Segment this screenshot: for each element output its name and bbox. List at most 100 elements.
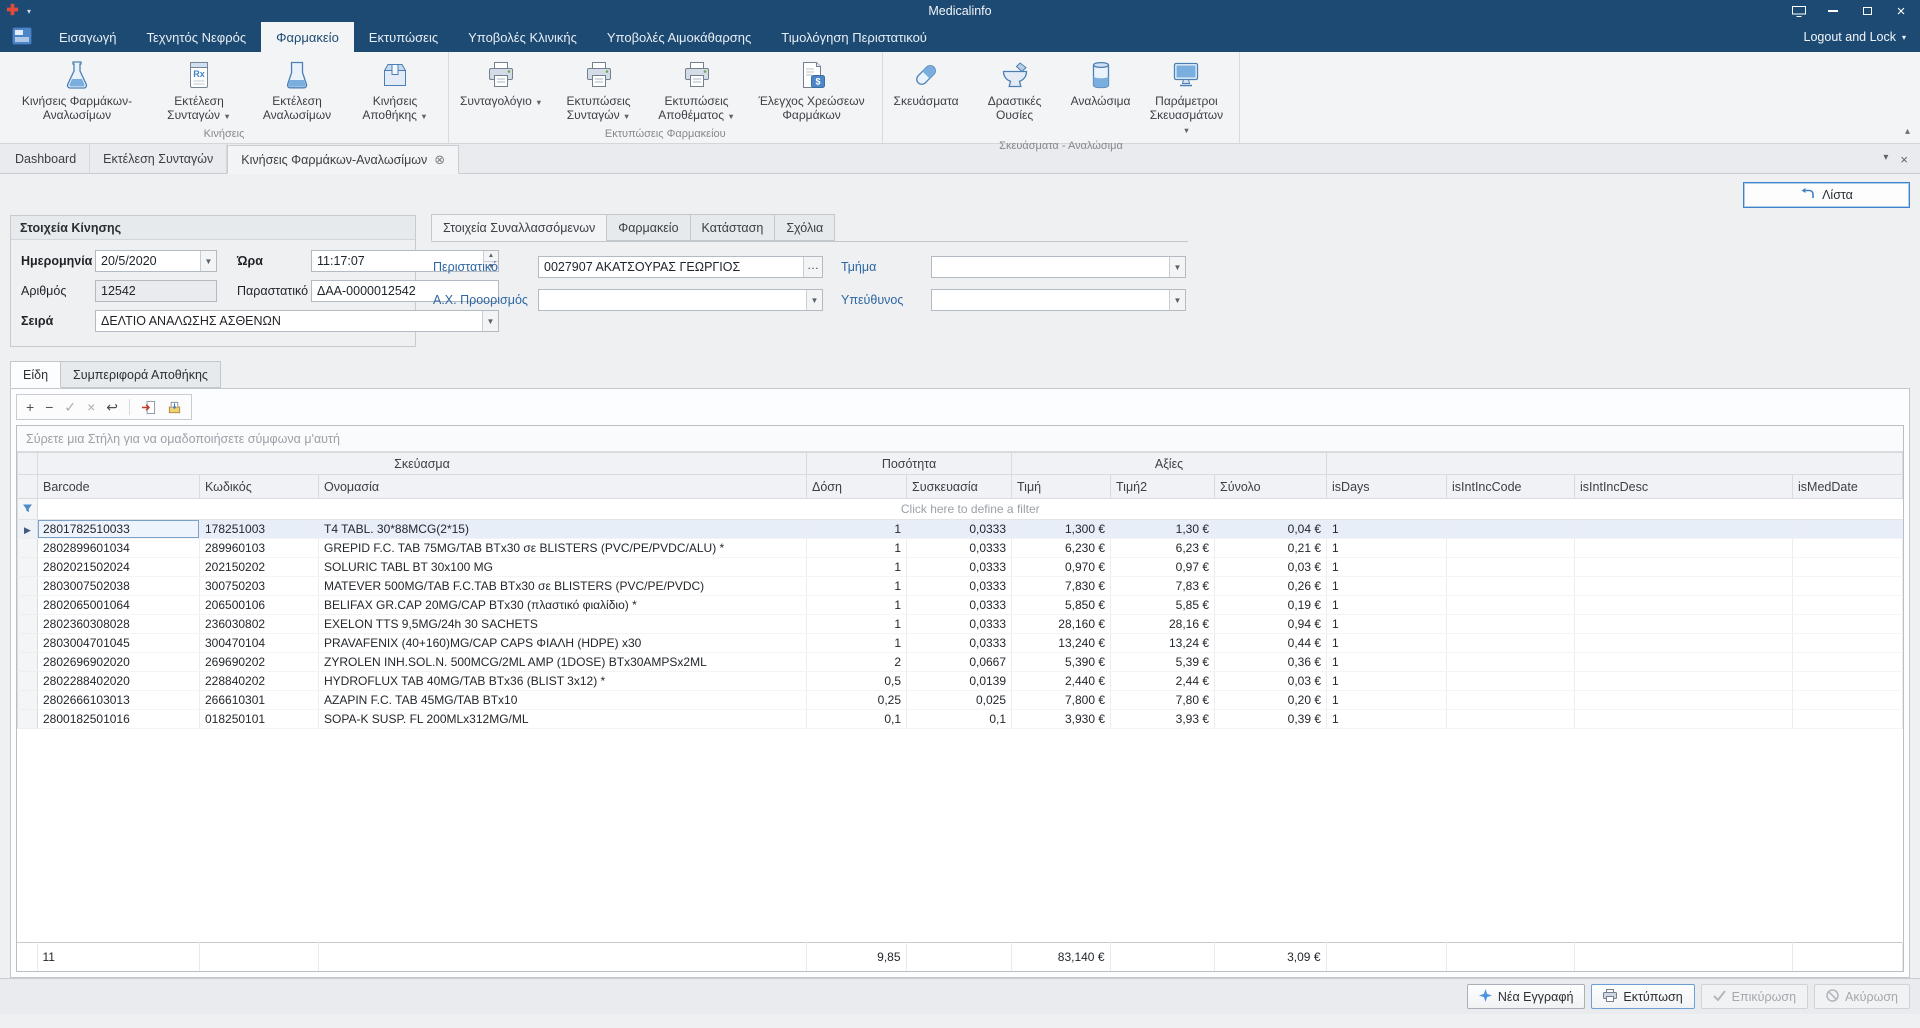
- grid-cell[interactable]: GREPID F.C. TAB 75MG/TAB BTx30 σε BLISTE…: [319, 539, 807, 558]
- cancel-edit-icon[interactable]: ×: [87, 400, 95, 414]
- ribbon-button-syntagologio[interactable]: Συνταγολόγιο ▼: [453, 54, 550, 110]
- grid-cell[interactable]: 3,93 €: [1111, 710, 1215, 729]
- tab-katastasi[interactable]: Κατάσταση: [690, 214, 776, 241]
- lista-button[interactable]: Λίστα: [1743, 182, 1910, 208]
- grid-cell[interactable]: 5,390 €: [1012, 653, 1111, 672]
- tab-symperifora-apothikis[interactable]: Συμπεριφορά Αποθήκης: [60, 361, 221, 388]
- grid-cell[interactable]: [1447, 520, 1575, 539]
- export-icon[interactable]: [167, 400, 182, 415]
- grid-cell[interactable]: 0,04 €: [1215, 520, 1327, 539]
- import-icon[interactable]: [141, 400, 156, 415]
- grid-cell[interactable]: 1: [1327, 596, 1447, 615]
- delete-row-icon[interactable]: −: [45, 400, 53, 414]
- grid-cell[interactable]: MATEVER 500MG/TAB F.C.TAB BTx30 σε BLIST…: [319, 577, 807, 596]
- grid-cell[interactable]: [1793, 596, 1903, 615]
- grid-cell[interactable]: 2,440 €: [1012, 672, 1111, 691]
- grid-cell[interactable]: 0,0139: [907, 672, 1012, 691]
- destination-combobox[interactable]: ▼: [538, 289, 823, 311]
- grid-cell[interactable]: 1: [1327, 577, 1447, 596]
- new-record-button[interactable]: Νέα Εγγραφή: [1467, 984, 1586, 1009]
- grid-cell[interactable]: 1: [807, 615, 907, 634]
- ribbon-button-elegxos-xreoseon[interactable]: $ Έλεγχος Χρεώσεων Φαρμάκων: [746, 54, 878, 124]
- display-icon[interactable]: [1792, 4, 1806, 18]
- grid-cell[interactable]: 018250101: [200, 710, 319, 729]
- grid-row[interactable]: 2802021502024202150202SOLURIC TABL BT 30…: [18, 558, 1903, 577]
- grid-cell[interactable]: 0,94 €: [1215, 615, 1327, 634]
- grid-cell[interactable]: 1: [1327, 672, 1447, 691]
- grid-cell[interactable]: 0,39 €: [1215, 710, 1327, 729]
- grid-cell[interactable]: [1447, 615, 1575, 634]
- grid-cell[interactable]: 1: [1327, 520, 1447, 539]
- grid-cell[interactable]: 2802360308028: [38, 615, 200, 634]
- grid-cell[interactable]: 0,0333: [907, 615, 1012, 634]
- grid-cell[interactable]: 202150202: [200, 558, 319, 577]
- grid-cell[interactable]: 0,0667: [907, 653, 1012, 672]
- grid-cell[interactable]: PRAVAFENIX (40+160)MG/CAP CAPS ΦΙΑΛΗ (HD…: [319, 634, 807, 653]
- undo-icon[interactable]: ↩: [106, 400, 118, 414]
- grid-cell[interactable]: 0,5: [807, 672, 907, 691]
- grid-cell[interactable]: [1575, 539, 1793, 558]
- grid-cell[interactable]: 1,300 €: [1012, 520, 1111, 539]
- grid-cell[interactable]: [1575, 558, 1793, 577]
- grid-cell[interactable]: 2803004701045: [38, 634, 200, 653]
- grid-cell[interactable]: 206500106: [200, 596, 319, 615]
- grid-cell[interactable]: 1,30 €: [1111, 520, 1215, 539]
- grid-cell[interactable]: 28,160 €: [1012, 615, 1111, 634]
- grid-cell[interactable]: 0,25: [807, 691, 907, 710]
- ribbon-button-analosima[interactable]: Αναλώσιμα: [1064, 54, 1138, 110]
- grid-band[interactable]: Σκεύασμα: [38, 453, 807, 475]
- grid-cell[interactable]: 2800182501016: [38, 710, 200, 729]
- grid-cell[interactable]: [1447, 634, 1575, 653]
- ribbon-tab-farmakeio[interactable]: Φαρμακείο: [261, 22, 354, 52]
- grid-cell[interactable]: 0,025: [907, 691, 1012, 710]
- chevron-down-icon[interactable]: ▼: [200, 251, 216, 271]
- grid-cell[interactable]: 1: [1327, 691, 1447, 710]
- grid-cell[interactable]: 300470104: [200, 634, 319, 653]
- grid-cell[interactable]: 0,44 €: [1215, 634, 1327, 653]
- app-menu-button[interactable]: [0, 22, 44, 52]
- grid-cell[interactable]: 0,0333: [907, 596, 1012, 615]
- column-header-Δόση[interactable]: Δόση: [807, 475, 907, 499]
- column-header-Barcode[interactable]: Barcode: [38, 475, 200, 499]
- maximize-button[interactable]: [1860, 4, 1874, 18]
- grid-cell[interactable]: [1793, 672, 1903, 691]
- logout-and-lock-button[interactable]: Logout and Lock▾: [1790, 22, 1920, 52]
- ribbon-button-kiniseis-farmakon-analosimon[interactable]: Κινήσεις Φαρμάκων-Αναλωσίμων: [4, 54, 150, 124]
- grid-cell[interactable]: 1: [1327, 634, 1447, 653]
- chevron-down-icon[interactable]: ▼: [806, 290, 822, 310]
- grid-cell[interactable]: 1: [807, 539, 907, 558]
- column-header-isIntIncCode[interactable]: isIntIncCode: [1447, 475, 1575, 499]
- grid-cell[interactable]: 300750203: [200, 577, 319, 596]
- close-button[interactable]: ×: [1894, 4, 1908, 18]
- grid-cell[interactable]: 2: [807, 653, 907, 672]
- grid-cell[interactable]: 1: [1327, 615, 1447, 634]
- column-header-Κωδικός[interactable]: Κωδικός: [200, 475, 319, 499]
- ribbon-tab-eisagogi[interactable]: Εισαγωγή: [44, 22, 131, 52]
- grid-cell[interactable]: 2802021502024: [38, 558, 200, 577]
- grid-cell[interactable]: [1447, 691, 1575, 710]
- grid-cell[interactable]: [1793, 520, 1903, 539]
- grid-cell[interactable]: 269690202: [200, 653, 319, 672]
- grid-cell[interactable]: SOPA-K SUSP. FL 200MLx312MG/ML: [319, 710, 807, 729]
- grid-cell[interactable]: 5,85 €: [1111, 596, 1215, 615]
- chevron-down-icon[interactable]: ▼: [1169, 290, 1185, 310]
- grid-cell[interactable]: 7,800 €: [1012, 691, 1111, 710]
- grid-cell[interactable]: 2802696902020: [38, 653, 200, 672]
- grid-cell[interactable]: [1447, 710, 1575, 729]
- cancel-button[interactable]: Ακύρωση: [1814, 984, 1910, 1009]
- grid-cell[interactable]: 1: [1327, 558, 1447, 577]
- grid-cell[interactable]: [1793, 577, 1903, 596]
- grid-cell[interactable]: 28,16 €: [1111, 615, 1215, 634]
- ribbon-button-drastikes-ousies[interactable]: Δραστικές Ουσίες: [966, 54, 1064, 124]
- tab-stoixeia-synallassomenon[interactable]: Στοιχεία Συναλλασσόμενων: [431, 214, 607, 241]
- grid-cell[interactable]: HYDROFLUX TAB 40MG/TAB BTx36 (BLIST 3x12…: [319, 672, 807, 691]
- tab-farmakeio[interactable]: Φαρμακείο: [606, 214, 690, 241]
- grid-cell[interactable]: 1: [807, 596, 907, 615]
- ribbon-button-skeyasmata[interactable]: Σκευάσματα: [887, 54, 966, 110]
- ribbon-button-ektelesi-analosimon[interactable]: Εκτέλεση Αναλωσίμων: [248, 54, 346, 124]
- grid-cell[interactable]: 3,930 €: [1012, 710, 1111, 729]
- grid-cell[interactable]: 0,36 €: [1215, 653, 1327, 672]
- grid-cell[interactable]: AZAPIN F.C. TAB 45MG/TAB BTx10: [319, 691, 807, 710]
- grid-cell[interactable]: T4 TABL. 30*88MCG(2*15): [319, 520, 807, 539]
- grid-cell[interactable]: 2,44 €: [1111, 672, 1215, 691]
